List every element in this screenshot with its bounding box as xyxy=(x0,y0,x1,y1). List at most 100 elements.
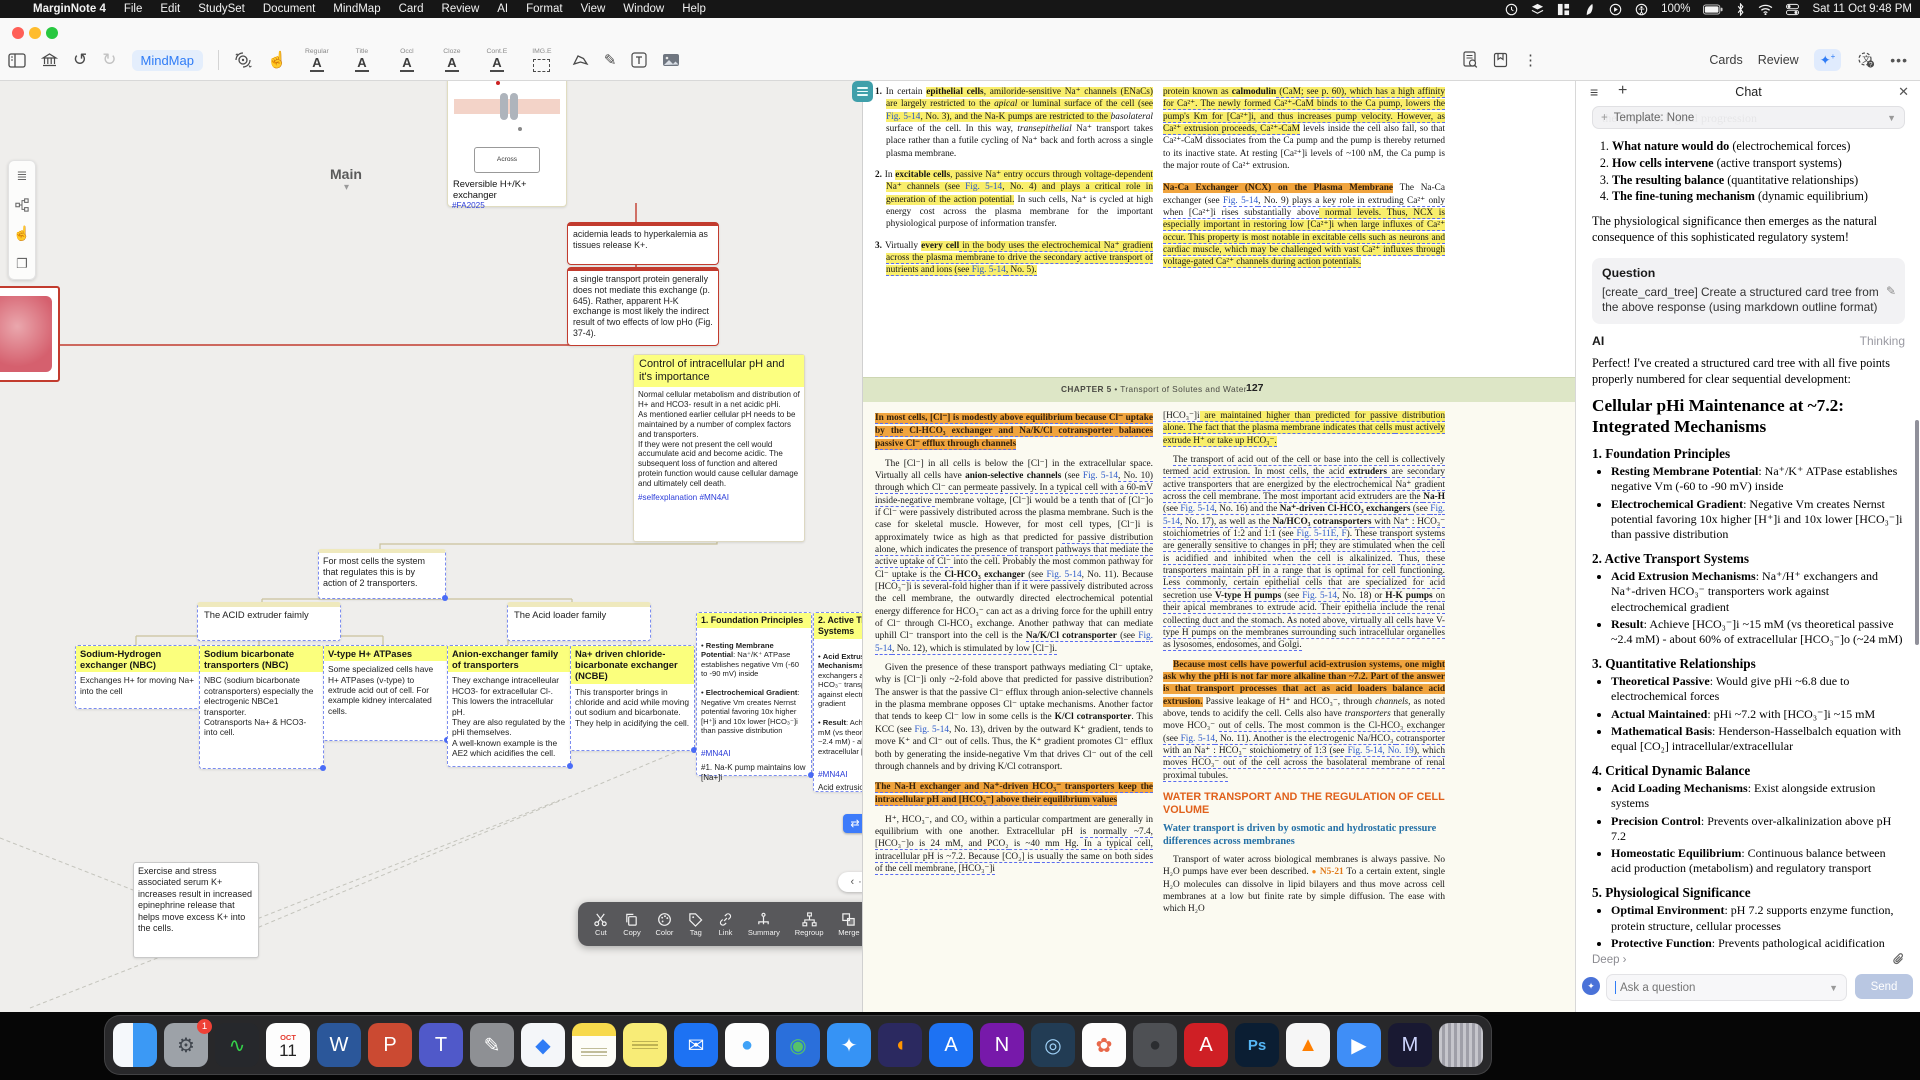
node-left-image-card[interactable] xyxy=(0,286,60,382)
dock-grey-dark-app-icon[interactable]: ● xyxy=(1133,1023,1177,1067)
dock-photos-icon[interactable]: ✿ xyxy=(1082,1023,1126,1067)
node-reversible-hk-exchanger[interactable]: Across Reversible H+/K+ exchanger #FA202… xyxy=(447,80,567,207)
dock-bird-app-icon[interactable]: ● xyxy=(725,1023,769,1067)
control-center-icon[interactable] xyxy=(1786,3,1799,16)
ask-question-input[interactable] xyxy=(1618,981,1829,995)
send-button[interactable]: Send xyxy=(1855,974,1913,999)
dock-system-settings-icon[interactable]: ⚙1 xyxy=(164,1023,208,1067)
dock-marginnote-icon[interactable]: M xyxy=(1388,1023,1432,1067)
excerpt-tool-cloze[interactable]: ClozeA xyxy=(437,48,467,72)
nav-prev[interactable]: ‹ xyxy=(850,876,854,888)
menu-mindmap[interactable]: MindMap xyxy=(333,3,380,15)
template-dropdown[interactable]: + Template: None ▼ xyxy=(1592,106,1905,129)
text-tool-icon[interactable] xyxy=(631,52,647,68)
node-control-intracellular-ph[interactable]: Control of intracellular pH and it's imp… xyxy=(633,354,805,542)
selection-handle[interactable] xyxy=(320,765,326,771)
raycast-icon[interactable] xyxy=(1583,3,1596,16)
copy-button[interactable]: Copy xyxy=(623,912,641,937)
dock-firefox-icon[interactable]: ◖ xyxy=(878,1023,922,1067)
mindmap-view-icon[interactable] xyxy=(15,198,29,212)
dock-notes-icon[interactable] xyxy=(572,1023,616,1067)
lasso-tool-icon[interactable] xyxy=(572,53,589,68)
menu-edit[interactable]: Edit xyxy=(160,3,180,15)
accessibility-icon[interactable] xyxy=(1635,3,1648,16)
ask-input-wrap[interactable]: ▼ xyxy=(1606,974,1847,1001)
dock-stickies-icon[interactable] xyxy=(623,1023,667,1067)
dock-mail-icon[interactable]: ✉ xyxy=(674,1023,718,1067)
sidebar-toggle-icon[interactable] xyxy=(8,53,26,68)
dock-notes-grey-app-icon[interactable]: ✎ xyxy=(470,1023,514,1067)
selection-handle[interactable] xyxy=(567,763,573,769)
regroup-button[interactable]: Regroup xyxy=(795,912,824,937)
menu-file[interactable]: File xyxy=(124,3,143,15)
focus-mode-icon[interactable] xyxy=(234,51,252,69)
redo-button[interactable]: ↻ xyxy=(102,50,116,70)
chat-scrollbar[interactable] xyxy=(1915,420,1919,645)
menubar-clock-icon[interactable] xyxy=(1505,3,1518,16)
cards-button[interactable]: Cards xyxy=(1709,53,1742,67)
dock-monitor-app-icon[interactable]: ∿ xyxy=(215,1023,259,1067)
link-button[interactable]: Link xyxy=(718,912,733,937)
page-nav-pill[interactable]: ‹ · › xyxy=(838,872,862,892)
node-acidemia-hyperkalemia[interactable]: acidemia leads to hyperkalemia as tissue… xyxy=(567,222,719,265)
research-translate-icon[interactable]: 文? xyxy=(1856,51,1875,69)
attachment-paperclip-icon[interactable] xyxy=(1892,952,1905,971)
bluetooth-icon[interactable] xyxy=(1736,3,1745,16)
ai-sparkle-button[interactable]: ✦+ xyxy=(1814,49,1842,71)
menu-studyset[interactable]: StudySet xyxy=(198,3,245,15)
node-two-transporters[interactable]: For most cells the system that regulates… xyxy=(318,549,446,599)
tag-button[interactable]: Tag xyxy=(688,912,703,937)
dock-iina-icon[interactable]: ▶ xyxy=(1337,1023,1381,1067)
node-exercise-stress[interactable]: Exercise and stress associated serum K+ … xyxy=(133,862,259,958)
node-tags[interactable]: #selfexplanation #MN4AI xyxy=(634,492,804,506)
edit-pencil-icon[interactable]: ✎ xyxy=(1886,284,1896,298)
dock-photoshop-icon[interactable]: Ps xyxy=(1235,1023,1279,1067)
node-active-systems-card[interactable]: 2. Active Transport Systems • Acid Extru… xyxy=(813,612,862,792)
node-anion-exchanger-family[interactable]: Anion-exchanger family of transporters T… xyxy=(447,645,571,767)
dock-app-store-icon[interactable]: A xyxy=(929,1023,973,1067)
menu-document[interactable]: Document xyxy=(263,3,315,15)
hand-select-icon[interactable]: ☝ xyxy=(13,225,30,242)
pdf-document[interactable]: 1. In certain epithelial cells, amilorid… xyxy=(862,80,1576,1012)
dock-acrobat-icon[interactable]: A xyxy=(1184,1023,1228,1067)
node-sodium-hydrogen-exchanger[interactable]: Sodium-Hydrogen exchanger (NBC) Exchange… xyxy=(75,645,200,709)
excerpt-tool-regular[interactable]: RegularA xyxy=(302,48,332,72)
node-tag[interactable]: #MN4AI xyxy=(814,769,862,783)
more-options-button[interactable]: ••• xyxy=(1890,52,1908,68)
mode-label[interactable]: MindMap xyxy=(132,50,203,71)
dock-dark-blue-app-icon[interactable]: ◎ xyxy=(1031,1023,1075,1067)
close-chat-icon[interactable]: ✕ xyxy=(1898,84,1909,100)
dock-teams-icon[interactable]: T xyxy=(419,1023,463,1067)
bookmark-save-icon[interactable] xyxy=(1493,52,1508,68)
review-button[interactable]: Review xyxy=(1758,53,1799,67)
menu-format[interactable]: Format xyxy=(526,3,562,15)
menu-app-name[interactable]: MarginNote 4 xyxy=(33,3,106,15)
excerpt-tool-imge[interactable]: IMG.E xyxy=(527,48,557,72)
excerpt-tool-title[interactable]: TitleA xyxy=(347,48,377,72)
collapse-pane-button[interactable] xyxy=(852,81,873,102)
node-acid-loader-family[interactable]: The Acid loader family xyxy=(507,602,651,641)
dock-onenote-icon[interactable]: N xyxy=(980,1023,1024,1067)
menu-ai[interactable]: AI xyxy=(497,3,508,15)
thinking-label[interactable]: Thinking xyxy=(1860,334,1905,348)
document-search-icon[interactable] xyxy=(1462,51,1478,69)
menu-view[interactable]: View xyxy=(581,3,606,15)
summary-button[interactable]: Summary xyxy=(748,912,780,937)
close-window-button[interactable] xyxy=(12,27,24,39)
minimize-window-button[interactable] xyxy=(29,27,41,39)
dock-word-icon[interactable]: W xyxy=(317,1023,361,1067)
merge-button[interactable]: Merge xyxy=(838,912,859,937)
duplicate-pages-icon[interactable]: ❐ xyxy=(16,256,28,272)
dock-finder-icon[interactable] xyxy=(113,1023,157,1067)
excerpt-tool-conte[interactable]: Cont.EA xyxy=(482,48,512,72)
node-tag[interactable]: #MN4AI xyxy=(697,748,811,762)
menu-review[interactable]: Review xyxy=(442,3,480,15)
node-foundation-principles-card[interactable]: 1. Foundation Principles • Resting Membr… xyxy=(696,612,812,776)
more-vertical-icon[interactable]: ⋮ xyxy=(1523,51,1538,69)
node-sodium-bicarbonate-transporters[interactable]: Sodium bicarbonate transporters (NBC) NB… xyxy=(199,645,324,769)
select-hand-tool[interactable]: ☝ xyxy=(267,50,287,70)
dock-vlc-icon[interactable]: ▲ xyxy=(1286,1023,1330,1067)
menubar-datetime[interactable]: Sat 11 Oct 9:48 PM xyxy=(1812,3,1912,15)
selection-handle[interactable] xyxy=(442,595,448,601)
deep-mode-toggle[interactable]: Deep › xyxy=(1592,954,1627,966)
